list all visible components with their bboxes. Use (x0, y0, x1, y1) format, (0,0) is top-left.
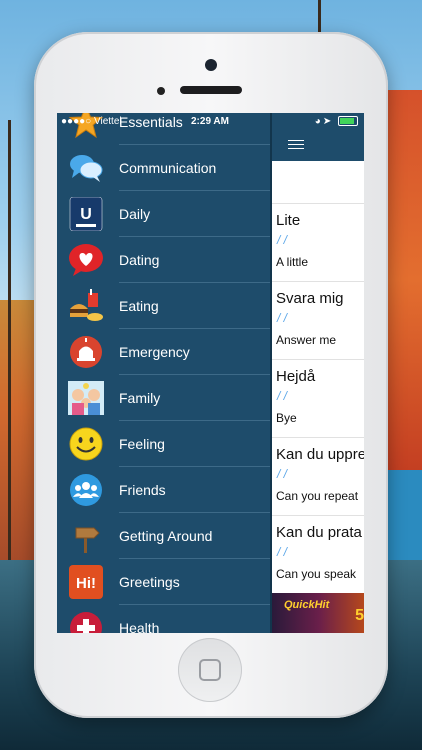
phrase-phonetic: / / (277, 311, 288, 325)
menu-item-greetings[interactable]: Hi! Greetings (57, 559, 270, 605)
phrase-swedish: Kan du prata (276, 524, 362, 541)
phrase-row[interactable]: Lite / / A little (272, 203, 364, 282)
heart-bubble-icon (68, 243, 104, 277)
menu-item-eating[interactable]: Eating (57, 283, 270, 329)
carrier-name: ●●●●○ Viettel (61, 116, 122, 127)
carrier-label: Viettel (93, 116, 122, 127)
menu-item-label: Health (119, 620, 160, 633)
app-screen: Essentials Communication U Daily Dating (57, 113, 364, 633)
signpost-icon (68, 519, 104, 553)
ad-number: 5 (355, 607, 364, 624)
front-camera (205, 59, 217, 71)
food-icon (68, 289, 104, 323)
menu-item-label: Emergency (119, 344, 190, 360)
menu-item-communication[interactable]: Communication (57, 145, 270, 191)
smiley-icon (68, 427, 104, 461)
siren-icon (68, 335, 104, 369)
menu-item-label: Dating (119, 252, 160, 268)
status-bar: ●●●●○ Viettel 2:29 AM ◕➤ (57, 113, 364, 131)
ad-text: QuickHit (284, 599, 330, 611)
menu-item-label: Communication (119, 160, 217, 176)
status-indicators: ◕➤ (315, 116, 358, 127)
menu-item-label: Family (119, 390, 161, 406)
daily-badge: U (80, 206, 92, 223)
home-square-icon (199, 659, 221, 681)
clock: 2:29 AM (191, 116, 229, 127)
phrase-row[interactable]: Kan du upprepa / / Can you repeat (272, 437, 364, 516)
health-icon (68, 611, 104, 633)
phrase-phonetic: / / (277, 545, 288, 559)
phrase-english: Can you speak (276, 567, 357, 581)
menu-item-dating[interactable]: Dating (57, 237, 270, 283)
phrase-swedish: Lite (276, 212, 301, 229)
phrase-row[interactable]: Svara mig / / Answer me (272, 281, 364, 360)
phrase-english: Can you repeat (276, 489, 359, 503)
menu-item-label: Daily (119, 206, 151, 222)
side-menu: Essentials Communication U Daily Dating (57, 113, 270, 633)
phrase-swedish: Hejdå (276, 368, 316, 385)
phrase-row[interactable]: Kan du prata / / Can you speak (272, 515, 364, 594)
phrase-phonetic: / / (277, 389, 288, 403)
home-button[interactable] (178, 638, 242, 702)
phrase-list-pane: Lite / / A little Svara mig / / Answer m… (270, 113, 364, 633)
menu-item-getting-around[interactable]: Getting Around (57, 513, 270, 559)
menu-item-label: Feeling (119, 436, 165, 452)
speech-bubbles-icon (68, 151, 104, 185)
menu-item-daily[interactable]: U Daily (57, 191, 270, 237)
hi-icon: Hi! (68, 565, 104, 599)
phrase-swedish: Kan du upprepa (276, 446, 364, 463)
phrase-english: Bye (276, 411, 297, 425)
phrase-swedish: Svara mig (276, 290, 344, 307)
menu-item-family[interactable]: Family (57, 375, 270, 421)
phrase-english: A little (276, 255, 309, 269)
menu-item-label: Getting Around (119, 528, 213, 544)
phrase-phonetic: / / (277, 233, 288, 247)
menu-item-feeling[interactable]: Feeling (57, 421, 270, 467)
people-icon (68, 473, 104, 507)
phrase-english: Answer me (276, 333, 337, 347)
boat-mast (8, 120, 11, 560)
daily-icon: U (68, 196, 104, 232)
building-right (382, 90, 422, 470)
phrase-row[interactable]: Hejdå / / Bye (272, 359, 364, 438)
ad-banner[interactable]: QuickHit 5 (272, 593, 364, 633)
greetings-badge: Hi! (76, 575, 96, 592)
earpiece-speaker (180, 86, 242, 94)
menu-item-health[interactable]: Health (57, 605, 270, 633)
menu-item-emergency[interactable]: Emergency (57, 329, 270, 375)
phrase-phonetic: / / (277, 467, 288, 481)
menu-item-label: Greetings (119, 574, 180, 590)
menu-icon[interactable] (288, 140, 304, 150)
battery-icon (338, 116, 358, 127)
menu-item-label: Friends (119, 482, 166, 498)
sensor (157, 87, 165, 95)
family-icon (68, 381, 104, 415)
menu-item-friends[interactable]: Friends (57, 467, 270, 513)
menu-item-label: Eating (119, 298, 159, 314)
